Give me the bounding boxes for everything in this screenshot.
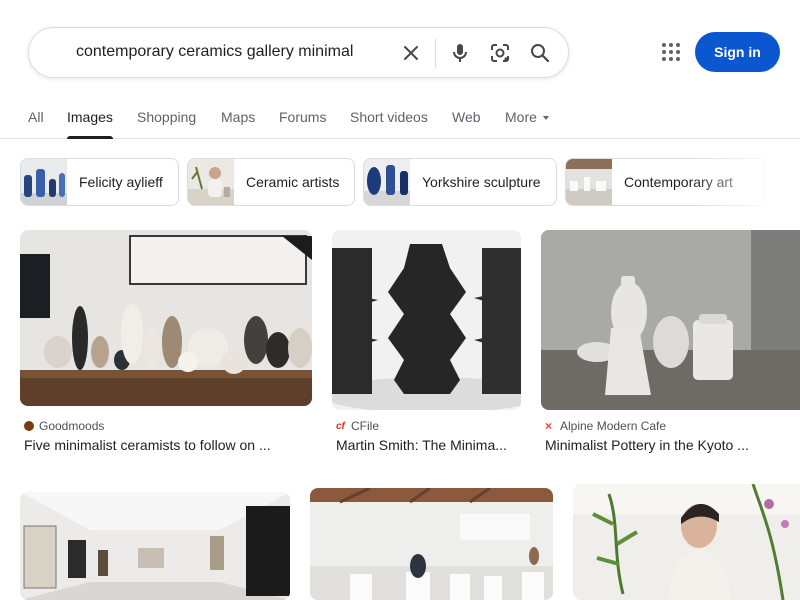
result-thumbnail — [20, 230, 312, 406]
tab-more[interactable]: More — [505, 109, 549, 125]
chip-felicity-aylieff[interactable]: Felicity aylieff — [20, 158, 179, 206]
image-result[interactable]: cf CFile Martin Smith: The Minima... — [332, 230, 521, 460]
search-results-page: contemporary ceramics gallery minimal Si… — [0, 0, 800, 600]
tab-maps[interactable]: Maps — [221, 109, 255, 125]
mic-icon[interactable] — [448, 41, 472, 65]
search-input[interactable]: contemporary ceramics gallery minimal — [76, 43, 353, 61]
alpine-favicon-icon: × — [545, 419, 553, 433]
image-result[interactable]: × Alpine Modern Cafe Minimalist Pottery … — [541, 230, 800, 460]
image-result[interactable]: Goodmoods Five minimalist ceramists to f… — [20, 230, 312, 460]
result-source-label: Alpine Modern Cafe — [560, 419, 667, 433]
chip-contemporary-art[interactable]: Contemporary art — [565, 158, 765, 206]
result-source: cf CFile — [336, 419, 379, 433]
goodmoods-favicon-icon — [24, 421, 34, 431]
tab-images[interactable]: Images — [67, 109, 113, 139]
result-thumbnail — [573, 484, 800, 600]
result-source: × Alpine Modern Cafe — [545, 419, 666, 433]
chip-label: Contemporary art — [624, 174, 733, 190]
search-tabs: All Images Shopping Maps Forums Short vi… — [0, 100, 800, 139]
search-box-divider — [435, 39, 436, 68]
result-source-label: Goodmoods — [39, 419, 105, 433]
search-box[interactable]: contemporary ceramics gallery minimal — [28, 27, 569, 78]
result-title[interactable]: Minimalist Pottery in the Kyoto ... — [545, 437, 749, 453]
chip-thumbnail — [566, 159, 612, 205]
result-thumbnail — [332, 230, 521, 410]
result-thumbnail — [541, 230, 800, 410]
sign-in-button[interactable]: Sign in — [695, 32, 780, 72]
result-title[interactable]: Five minimalist ceramists to follow on .… — [24, 437, 271, 453]
tab-forums[interactable]: Forums — [279, 109, 326, 125]
image-result[interactable] — [310, 480, 553, 600]
search-icon[interactable] — [528, 41, 552, 65]
result-source: Goodmoods — [24, 419, 104, 433]
result-source-label: CFile — [351, 419, 380, 433]
apps-grid-icon[interactable] — [658, 39, 684, 65]
close-icon[interactable] — [399, 41, 423, 65]
chip-label: Felicity aylieff — [79, 174, 163, 190]
chip-label: Ceramic artists — [246, 174, 340, 190]
chip-label: Yorkshire sculpture — [422, 174, 541, 190]
result-thumbnail — [310, 488, 553, 600]
tab-shopping[interactable]: Shopping — [137, 109, 196, 125]
chip-thumbnail — [188, 159, 234, 205]
tab-web[interactable]: Web — [452, 109, 481, 125]
tab-all[interactable]: All — [28, 109, 44, 125]
result-title[interactable]: Martin Smith: The Minima... — [336, 437, 507, 453]
chip-yorkshire-sculpture[interactable]: Yorkshire sculpture — [363, 158, 557, 206]
chip-thumbnail — [21, 159, 67, 205]
image-result[interactable] — [20, 480, 290, 600]
tab-more-label: More — [505, 109, 537, 125]
tab-short-videos[interactable]: Short videos — [350, 109, 428, 125]
image-result[interactable] — [573, 480, 800, 600]
cfile-favicon-icon: cf — [336, 420, 345, 432]
chip-thumbnail — [364, 159, 410, 205]
lens-camera-icon[interactable] — [488, 41, 512, 65]
chip-ceramic-artists[interactable]: Ceramic artists — [187, 158, 355, 206]
caret-down-icon — [542, 115, 549, 120]
result-thumbnail — [20, 492, 290, 600]
